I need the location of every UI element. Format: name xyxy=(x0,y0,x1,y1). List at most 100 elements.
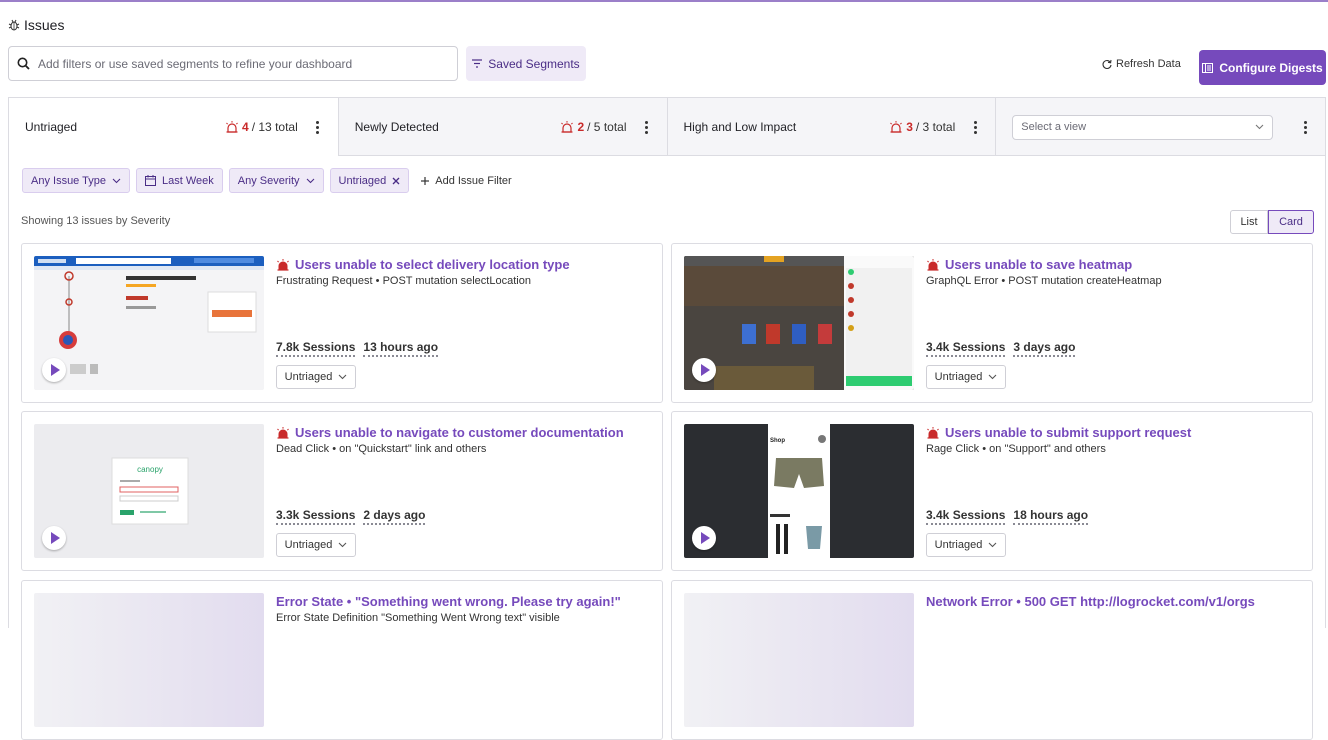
issue-title-text: Users unable to submit support request xyxy=(945,425,1192,440)
issue-filters: Any Issue Type Last Week Any Severity Un… xyxy=(22,168,512,193)
play-icon[interactable] xyxy=(42,358,66,382)
filter-label: Untriaged xyxy=(338,174,387,187)
tab-alert-count: 2 xyxy=(577,120,585,134)
tab-count: 2/ 5 total xyxy=(560,120,627,134)
tab-high-and-low-impact[interactable]: High and Low Impact 3/ 3 total xyxy=(667,98,997,156)
session-thumbnail[interactable] xyxy=(684,593,914,727)
tab-label: Untriaged xyxy=(25,120,78,134)
alarm-icon xyxy=(277,258,289,271)
view-toggle: List Card xyxy=(1230,210,1314,234)
play-icon[interactable] xyxy=(42,526,66,550)
tab-label: High and Low Impact xyxy=(683,120,797,134)
issue-card[interactable]: Error State • "Something went wrong. Ple… xyxy=(21,580,663,740)
add-issue-filter-button[interactable]: Add Issue Filter xyxy=(421,175,512,187)
more-options-icon[interactable] xyxy=(312,120,324,134)
calendar-icon xyxy=(145,175,157,186)
issue-stats: 3.3k Sessions 2 days ago xyxy=(276,508,426,525)
close-icon[interactable] xyxy=(392,177,400,185)
status-dropdown[interactable]: Untriaged xyxy=(926,533,1006,557)
search-bar[interactable] xyxy=(8,46,458,81)
session-thumbnail[interactable] xyxy=(34,593,264,727)
status-dropdown[interactable]: Untriaged xyxy=(276,533,356,557)
issue-title[interactable]: Users unable to select delivery location… xyxy=(276,257,570,272)
shop-label: Shop xyxy=(770,438,785,444)
page-title-text: Issues xyxy=(24,17,65,33)
session-count[interactable]: 3.3k Sessions xyxy=(276,508,356,525)
last-seen[interactable]: 18 hours ago xyxy=(1013,508,1089,525)
issue-title-text: Users unable to save heatmap xyxy=(945,257,1133,272)
session-thumbnail[interactable]: Shop xyxy=(684,424,914,558)
saved-segments-button[interactable]: Saved Segments xyxy=(466,46,586,81)
issue-type-filter[interactable]: Any Issue Type xyxy=(22,168,131,193)
search-icon xyxy=(17,57,30,70)
session-count[interactable]: 7.8k Sessions xyxy=(276,340,356,357)
list-view-button[interactable]: List xyxy=(1230,210,1268,234)
alarm-icon xyxy=(927,258,939,271)
configure-digests-button[interactable]: Configure Digests xyxy=(1199,50,1326,85)
canopy-logo: canopy xyxy=(137,465,163,474)
issue-subtitle: Frustrating Request • POST mutation sele… xyxy=(276,275,531,287)
issue-card[interactable]: Shop Users unable to submit support requ… xyxy=(671,411,1313,571)
issue-title[interactable]: Users unable to submit support request xyxy=(926,425,1191,440)
issue-subtitle: Dead Click • on "Quickstart" link and ot… xyxy=(276,443,487,455)
refresh-icon xyxy=(1102,59,1112,69)
issue-card[interactable]: Network Error • 500 GET http://logrocket… xyxy=(671,580,1313,740)
chevron-down-icon xyxy=(338,374,347,380)
alarm-icon xyxy=(277,426,289,439)
issue-title[interactable]: Users unable to navigate to customer doc… xyxy=(276,425,624,440)
date-range-filter[interactable]: Last Week xyxy=(136,168,223,193)
issue-title[interactable]: Error State • "Something went wrong. Ple… xyxy=(276,594,621,609)
more-options-icon[interactable] xyxy=(969,120,981,134)
more-options-icon[interactable] xyxy=(641,120,653,134)
filter-label: Any Severity xyxy=(237,174,300,187)
view-select-tab: Select a view xyxy=(996,98,1325,156)
last-seen[interactable]: 3 days ago xyxy=(1013,340,1076,357)
chevron-down-icon xyxy=(988,542,997,548)
last-seen[interactable]: 13 hours ago xyxy=(363,340,439,357)
play-icon[interactable] xyxy=(692,526,716,550)
issue-stats: 7.8k Sessions 13 hours ago xyxy=(276,340,439,357)
tab-label: Newly Detected xyxy=(354,120,439,134)
issue-subtitle: GraphQL Error • POST mutation createHeat… xyxy=(926,275,1162,287)
refresh-data-label: Refresh Data xyxy=(1116,58,1181,70)
issue-card[interactable]: canopy Users unable to navigate to custo… xyxy=(21,411,663,571)
tab-divider xyxy=(338,155,1326,156)
filter-icon xyxy=(472,59,483,68)
saved-views-tabs: Untriaged 4/ 13 total Newly Detected 2/ … xyxy=(8,97,1326,156)
last-seen[interactable]: 2 days ago xyxy=(363,508,426,525)
tab-untriaged[interactable]: Untriaged 4/ 13 total xyxy=(9,98,339,156)
session-thumbnail[interactable] xyxy=(34,256,264,390)
session-thumbnail[interactable] xyxy=(684,256,914,390)
issue-stats: 3.4k Sessions 3 days ago xyxy=(926,340,1076,357)
issue-title-text: Error State • "Something went wrong. Ple… xyxy=(276,594,621,609)
search-input[interactable] xyxy=(38,56,438,71)
card-view-button[interactable]: Card xyxy=(1268,210,1314,234)
tab-alert-count: 4 xyxy=(242,120,249,134)
status-label: Untriaged xyxy=(284,371,333,383)
alarm-icon xyxy=(561,121,574,133)
session-count[interactable]: 3.4k Sessions xyxy=(926,508,1006,525)
filter-label: Any Issue Type xyxy=(31,174,107,187)
tab-total: / 3 total xyxy=(915,120,956,134)
thumbnail-image: canopy xyxy=(111,457,189,525)
more-options-icon[interactable] xyxy=(1299,120,1311,134)
issue-card[interactable]: Users unable to select delivery location… xyxy=(21,243,663,403)
status-filter[interactable]: Untriaged xyxy=(329,168,410,193)
session-count[interactable]: 3.4k Sessions xyxy=(926,340,1006,357)
tab-total: / 13 total xyxy=(251,120,298,134)
bug-icon xyxy=(8,19,20,31)
issue-title[interactable]: Users unable to save heatmap xyxy=(926,257,1132,272)
play-icon[interactable] xyxy=(692,358,716,382)
refresh-data-button[interactable]: Refresh Data xyxy=(1102,58,1181,70)
tab-newly-detected[interactable]: Newly Detected 2/ 5 total xyxy=(338,98,668,156)
issue-title[interactable]: Network Error • 500 GET http://logrocket… xyxy=(926,594,1255,609)
status-dropdown[interactable]: Untriaged xyxy=(276,365,356,389)
issue-card[interactable]: Users unable to save heatmap GraphQL Err… xyxy=(671,243,1313,403)
severity-filter[interactable]: Any Severity xyxy=(228,168,324,193)
view-select[interactable]: Select a view xyxy=(1012,114,1274,140)
status-dropdown[interactable]: Untriaged xyxy=(926,365,1006,389)
issue-title-text: Users unable to select delivery location… xyxy=(295,257,570,272)
thumbnail-image xyxy=(684,256,914,390)
filter-label: Last Week xyxy=(162,174,214,187)
session-thumbnail[interactable]: canopy xyxy=(34,424,264,558)
